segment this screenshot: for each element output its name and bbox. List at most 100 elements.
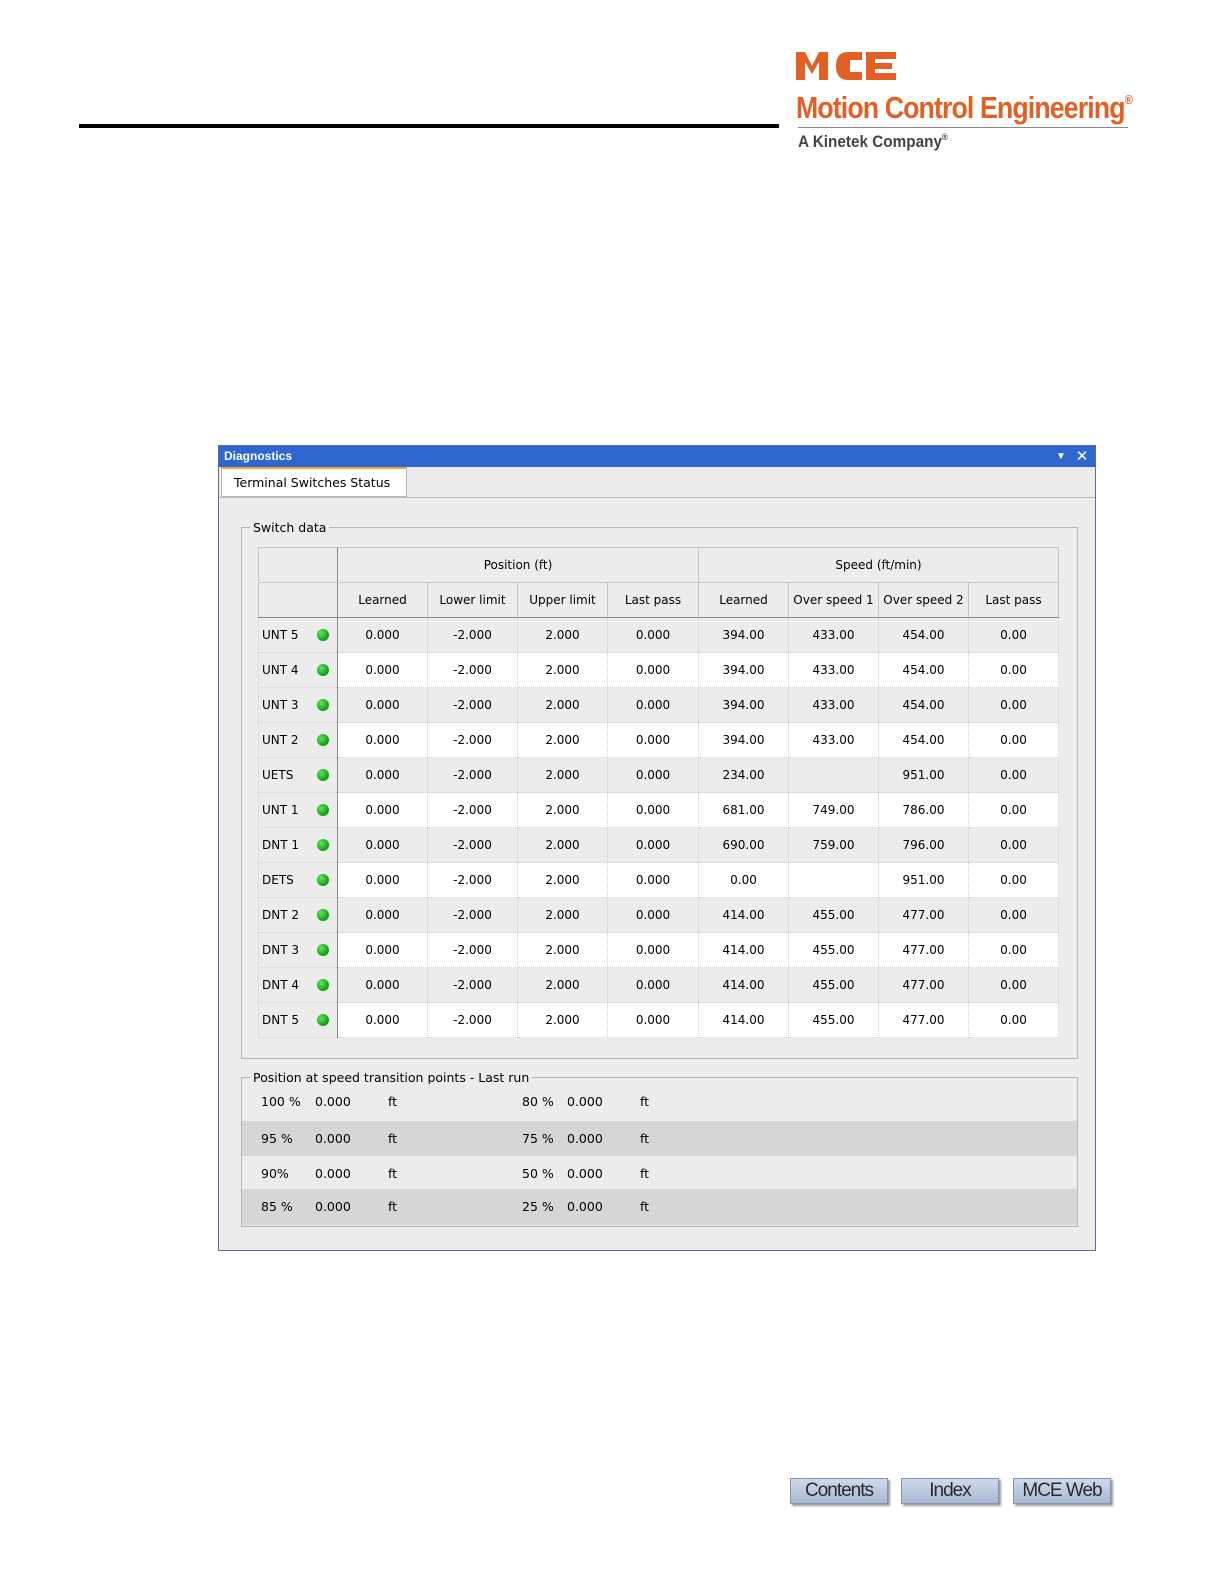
- table-cell: 0.000: [337, 792, 428, 828]
- switch-name-cell: UETS: [258, 757, 338, 793]
- table-row[interactable]: UNT 1 0.000 -2.000 2.000 0.000 681.00 749.00 78…: [258, 792, 1059, 828]
- table-row[interactable]: DNT 3 0.000 -2.000 2.000 0.000 414.00 455.00 47…: [258, 932, 1059, 968]
- table-cell: 0.00: [968, 757, 1059, 793]
- switch-name: DNT 4: [262, 978, 299, 992]
- table-row[interactable]: DNT 2 0.000 -2.000 2.000 0.000 414.00 455.00 47…: [258, 897, 1059, 933]
- switch-name: UNT 4: [262, 663, 299, 677]
- table-cell: 0.000: [607, 932, 699, 968]
- company-tagline: A Kinetek Company®: [798, 132, 948, 151]
- table-row[interactable]: DNT 4 0.000 -2.000 2.000 0.000 414.00 455.00 47…: [258, 967, 1059, 1003]
- table-cell: 477.00: [878, 967, 969, 1003]
- switch-data-table: Position (ft) Speed (ft/min) Learned Low…: [258, 547, 1059, 1038]
- table-cell: 2.000: [517, 757, 608, 793]
- table-cell: 0.00: [968, 897, 1059, 933]
- table-cell: 414.00: [698, 967, 789, 1003]
- table-cell: 0.00: [968, 792, 1059, 828]
- index-button[interactable]: Index: [901, 1478, 999, 1504]
- switch-name: UETS: [262, 768, 294, 782]
- table-cell: 690.00: [698, 827, 789, 863]
- window-title-bar: Diagnostics: [219, 446, 1095, 467]
- column-header[interactable]: Over speed 1: [788, 582, 879, 618]
- table-row[interactable]: UNT 5 0.000 -2.000 2.000 0.000 394.00 433.00 45…: [258, 617, 1059, 653]
- table-cell: 0.000: [337, 862, 428, 898]
- table-row[interactable]: DETS 0.000 -2.000 2.000 0.000 0.00 951.00 0.00: [258, 862, 1059, 898]
- table-row[interactable]: DNT 1 0.000 -2.000 2.000 0.000 690.00 759.00 79…: [258, 827, 1059, 863]
- transition-row: 100 % 0.000 ft 80 % 0.000 ft: [242, 1084, 1077, 1120]
- transition-value: 0.000: [567, 1094, 603, 1109]
- column-header[interactable]: Learned: [698, 582, 789, 618]
- switch-name: UNT 2: [262, 733, 299, 747]
- logo-underline: [798, 127, 1128, 128]
- table-cell: 2.000: [517, 652, 608, 688]
- table-corner: [258, 547, 338, 583]
- transition-row: 90% 0.000 ft 50 % 0.000 ft: [242, 1156, 1077, 1192]
- column-header[interactable]: Lower limit: [427, 582, 518, 618]
- transition-percent: 25 %: [522, 1199, 554, 1214]
- switch-name-cell: UNT 5: [258, 617, 338, 653]
- transition-row: 85 % 0.000 ft 25 % 0.000 ft: [242, 1189, 1077, 1225]
- table-cell: 0.000: [607, 617, 699, 653]
- table-cell: -2.000: [427, 862, 518, 898]
- transition-unit: ft: [640, 1094, 650, 1109]
- switch-name: UNT 1: [262, 803, 299, 817]
- table-cell: -2.000: [427, 1002, 518, 1038]
- transition-points-legend: Position at speed transition points - La…: [253, 1070, 530, 1085]
- table-cell: 0.000: [607, 652, 699, 688]
- mce-web-button[interactable]: MCE Web: [1013, 1478, 1111, 1504]
- table-row[interactable]: UNT 3 0.000 -2.000 2.000 0.000 394.00 433.00 45…: [258, 687, 1059, 723]
- table-cell: 2.000: [517, 687, 608, 723]
- transition-value: 0.000: [567, 1199, 603, 1214]
- table-cell: -2.000: [427, 792, 518, 828]
- transition-percent: 100 %: [261, 1094, 301, 1109]
- switch-name: DNT 2: [262, 908, 299, 922]
- switch-name: DNT 1: [262, 838, 299, 852]
- switch-name-cell: DETS: [258, 862, 338, 898]
- dropdown-arrow-icon[interactable]: ▼: [1051, 446, 1071, 467]
- table-cell: 0.000: [607, 827, 699, 863]
- switch-data-body: UNT 5 0.000 -2.000 2.000 0.000 394.00 433.00 45…: [258, 617, 1059, 1038]
- table-cell: 2.000: [517, 722, 608, 758]
- transition-percent: 85 %: [261, 1199, 293, 1214]
- table-cell: 0.000: [337, 932, 428, 968]
- transition-percent: 75 %: [522, 1131, 554, 1146]
- table-row[interactable]: DNT 5 0.000 -2.000 2.000 0.000 414.00 455.00 47…: [258, 1002, 1059, 1038]
- table-cell: 454.00: [878, 687, 969, 723]
- table-cell: 455.00: [788, 1002, 879, 1038]
- tab-terminal-switches-status[interactable]: Terminal Switches Status: [221, 467, 407, 497]
- table-cell: 749.00: [788, 792, 879, 828]
- diagnostics-window: Diagnostics ▼ ✕ Terminal Switches Status…: [218, 445, 1096, 1251]
- table-cell: -2.000: [427, 757, 518, 793]
- column-header[interactable]: Last pass: [968, 582, 1059, 618]
- table-cell: 0.00: [968, 827, 1059, 863]
- close-icon[interactable]: ✕: [1072, 446, 1092, 467]
- contents-button[interactable]: Contents: [790, 1478, 888, 1504]
- column-header[interactable]: Last pass: [607, 582, 699, 618]
- table-cell: 2.000: [517, 1002, 608, 1038]
- table-cell: 455.00: [788, 897, 879, 933]
- column-header[interactable]: Over speed 2: [878, 582, 969, 618]
- table-cell: -2.000: [427, 617, 518, 653]
- table-cell: 394.00: [698, 652, 789, 688]
- table-cell: 414.00: [698, 932, 789, 968]
- transition-unit: ft: [388, 1199, 398, 1214]
- table-row[interactable]: UNT 2 0.000 -2.000 2.000 0.000 394.00 433.00 45…: [258, 722, 1059, 758]
- switch-name-cell: DNT 4: [258, 967, 338, 1003]
- table-cell: 477.00: [878, 897, 969, 933]
- tab-bar: Terminal Switches Status: [219, 467, 1095, 498]
- table-cell: -2.000: [427, 687, 518, 723]
- column-header[interactable]: Upper limit: [517, 582, 608, 618]
- table-cell: 2.000: [517, 862, 608, 898]
- table-cell: 394.00: [698, 722, 789, 758]
- table-cell: 2.000: [517, 617, 608, 653]
- transition-unit: ft: [640, 1199, 650, 1214]
- table-cell: 0.000: [607, 792, 699, 828]
- table-cell: 2.000: [517, 967, 608, 1003]
- table-row[interactable]: UNT 4 0.000 -2.000 2.000 0.000 394.00 433.00 45…: [258, 652, 1059, 688]
- table-cell: 0.00: [968, 722, 1059, 758]
- table-row[interactable]: UETS 0.000 -2.000 2.000 0.000 234.00 951.00 0.0…: [258, 757, 1059, 793]
- transition-percent: 90%: [261, 1166, 289, 1181]
- table-cell: 0.00: [698, 862, 789, 898]
- table-cell: 0.00: [968, 1002, 1059, 1038]
- switch-name-cell: UNT 3: [258, 687, 338, 723]
- column-header[interactable]: Learned: [337, 582, 428, 618]
